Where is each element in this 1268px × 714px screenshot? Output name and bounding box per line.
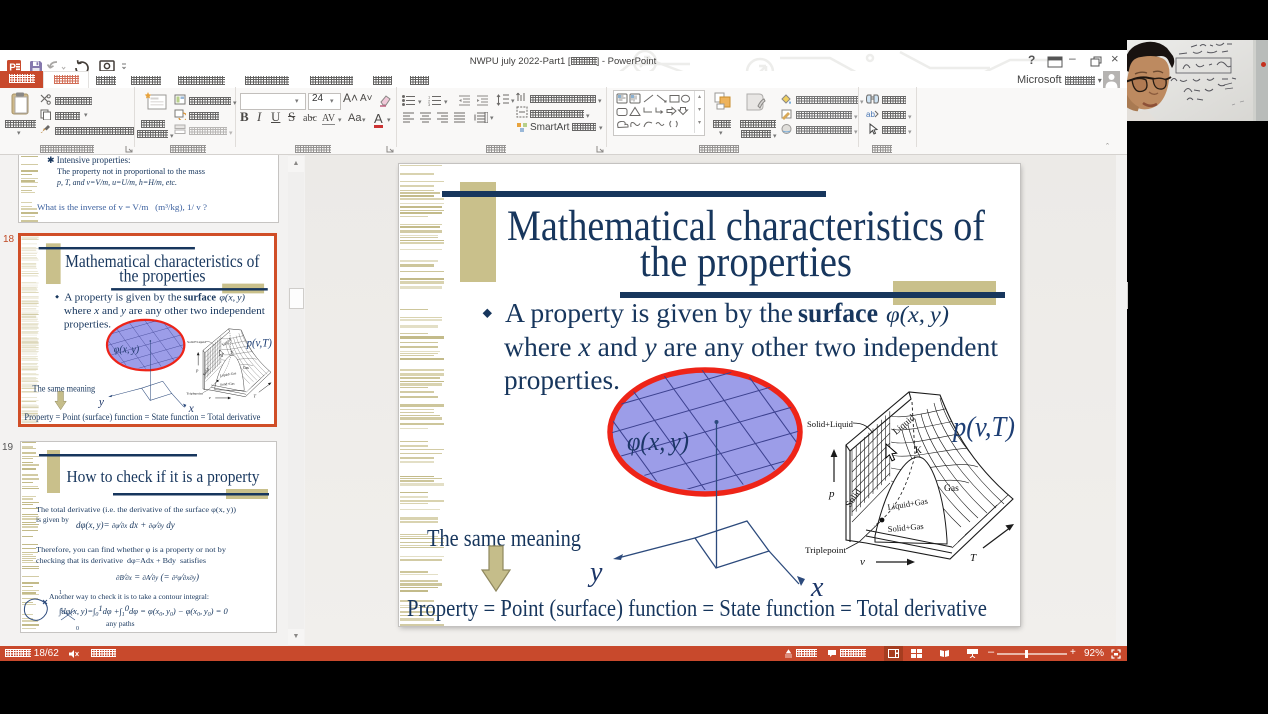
svg-text:surface: surface — [798, 298, 878, 328]
svg-text:y: y — [98, 397, 105, 409]
svg-text:Another way to check it is to: Another way to check it is to take a con… — [49, 592, 209, 601]
svg-text:dφ(x, y)= ∂φ⁄∂x dx + ∂φ⁄∂y dy: dφ(x, y)= ∂φ⁄∂x dx + ∂φ⁄∂y dy — [76, 520, 175, 530]
svg-text:p(v,T): p(v,T) — [246, 338, 272, 350]
svg-text:A property is given by the: A property is given by the — [505, 298, 793, 328]
svg-text:∫̽dφ(x, y)=∫01dφ +∫10dφ = φ(x0: ∫̽dφ(x, y)=∫01dφ +∫10dφ = φ(x0, y0) − φ(… — [58, 603, 228, 618]
svg-text:the properties: the properties — [119, 266, 205, 286]
svg-text:checking that its derivative: checking that its derivative dφ=Adx + Bd… — [36, 556, 206, 565]
svg-text:properties.: properties. — [504, 365, 620, 395]
svg-text:A property is given by the: A property is given by the — [64, 291, 181, 303]
svg-text:T: T — [970, 552, 977, 564]
svg-text:x: x — [188, 403, 194, 415]
svg-text:φ(x, y): φ(x, y) — [886, 302, 949, 327]
svg-text:is given by: is given by — [36, 515, 69, 524]
svg-text:where x and y are any other tw: where x and y are any other two independ… — [64, 305, 265, 317]
svg-text:Therefore, you can find whethe: Therefore, you can find whether φ is a p… — [36, 545, 226, 554]
svg-text:✱ Intensive properties:: ✱ Intensive properties: — [47, 155, 131, 165]
svg-text:3: 3 — [428, 102, 431, 106]
svg-text:The property not in proportion: The property not in proportional to the … — [57, 166, 205, 176]
svg-text:v: v — [860, 556, 865, 568]
svg-text:The total derivative (i.e. the: The total derivative (i.e. the derivativ… — [36, 505, 237, 514]
svg-text:φ(x, y): φ(x, y) — [627, 427, 689, 456]
svg-text:T: T — [254, 394, 257, 399]
svg-text:φ(x, y): φ(x, y) — [219, 292, 245, 303]
svg-text:K: K — [915, 446, 922, 456]
svg-text:surface: surface — [184, 291, 217, 303]
svg-text:ab: ab — [866, 110, 875, 119]
svg-text:p, T, and v=V/m, u=U/m, h=H/m,: p, T, and v=V/m, u=U/m, h=H/m, etc. — [56, 177, 177, 187]
svg-text:Solid+Liquid: Solid+Liquid — [187, 340, 206, 344]
svg-text:∂B⁄∂x = ∂A⁄∂y (= ∂²φ⁄∂x∂y): ∂B⁄∂x = ∂A⁄∂y (= ∂²φ⁄∂x∂y) — [116, 572, 199, 582]
svg-text:Triplepoint: Triplepoint — [805, 545, 847, 555]
svg-text:p: p — [195, 368, 199, 373]
svg-text:v: v — [209, 395, 211, 400]
svg-text:where x and y are any other tw: where x and y are any other two independ… — [504, 332, 999, 362]
svg-text:How to check if it is a proper: How to check if it is a property — [67, 467, 260, 486]
svg-text:Solid+Liquid: Solid+Liquid — [807, 419, 854, 429]
svg-text:x: x — [810, 572, 824, 603]
svg-text:Property = Point (surface) fun: Property = Point (surface) function = St… — [24, 412, 260, 423]
svg-text:Gas: Gas — [243, 366, 250, 370]
svg-text:The same meaning: The same meaning — [427, 526, 581, 552]
svg-text:properties.: properties. — [64, 319, 111, 331]
svg-text:K: K — [231, 351, 234, 355]
svg-text:1: 1 — [59, 590, 62, 596]
svg-text:0: 0 — [76, 626, 79, 632]
svg-text:y: y — [587, 557, 603, 588]
svg-text:What is the inverse of v = V/m: What is the inverse of v = V/m (m³/kg), … — [37, 202, 207, 212]
svg-text:p: p — [828, 488, 835, 500]
svg-text:p(v,T): p(v,T) — [951, 412, 1015, 443]
svg-text:any paths: any paths — [106, 619, 135, 628]
svg-text:the properties: the properties — [640, 239, 852, 286]
svg-text:Triplepoint: Triplepoint — [186, 391, 203, 395]
svg-text:Property = Point (surface) fun: Property = Point (surface) function = St… — [407, 596, 987, 622]
svg-text:Gas: Gas — [944, 484, 959, 494]
svg-text:φ(x, y): φ(x, y) — [114, 344, 140, 355]
svg-text:The same meaning: The same meaning — [33, 383, 96, 394]
